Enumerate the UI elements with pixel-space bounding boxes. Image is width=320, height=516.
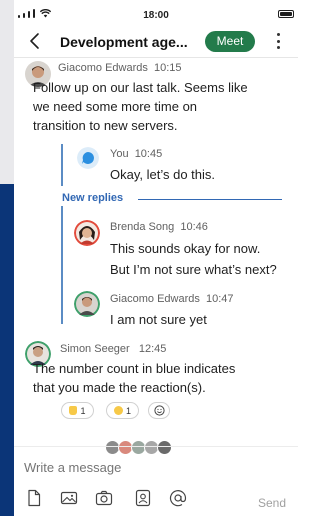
mention-button[interactable] [169,489,187,507]
smile-icon [113,406,123,415]
more-options-icon[interactable] [275,33,281,49]
status-time: 18:00 [143,10,169,21]
background-band-bottom [0,184,14,516]
message-time: 12:45 [138,343,167,355]
reply-header: You 10:45 [110,148,162,160]
chat-title[interactable]: Development age... [60,34,188,50]
add-reaction-button[interactable] [148,402,170,419]
attach-file-button[interactable] [25,489,43,507]
message-time: 10:47 [206,293,234,305]
file-icon [28,489,41,507]
message-text: Follow up on our last talk. Seems like w… [33,78,248,135]
new-replies-divider [138,199,282,200]
chat-sheet: 18:00 Development age... Meet Giacomo Ed… [14,0,298,516]
thumbs-up-icon [69,406,78,415]
message-time: 10:15 [154,62,182,74]
image-button[interactable] [60,489,78,507]
brenda-avatar-image [74,220,100,246]
avatar[interactable] [74,291,100,317]
thread-line [61,144,63,186]
author-name: Simon Seeger [60,343,130,355]
message-line: But I’m not sure what’s next? [110,262,277,277]
avatar[interactable] [77,147,99,169]
author-name: Brenda Song [110,221,175,233]
message-line: transition to new servers. [33,118,178,133]
message-text: The number count in blue indicates that … [33,359,235,397]
chat-header: Development age... Meet [14,26,298,58]
reaction-smile[interactable]: 1 [106,402,139,419]
status-bar: 18:00 [14,0,298,26]
at-mention-icon [169,490,187,507]
add-emoji-icon [153,405,165,416]
reply-header: Brenda Song 10:46 [110,221,208,233]
message-line: that you made the reaction(s). [33,380,206,395]
contact-button[interactable] [134,489,152,507]
author-name: You [110,148,129,160]
you-avatar-image [77,147,99,169]
new-replies-label: New replies [62,192,124,204]
reply-header: Giacomo Edwards 10:47 [110,293,234,305]
message-header: Giacomo Edwards 10:15 [58,62,182,74]
image-icon [60,491,78,505]
giacomo-avatar-image [74,291,100,317]
battery-icon [278,10,294,18]
reaction-count: 1 [80,405,86,416]
avatar[interactable] [74,220,100,246]
meet-button[interactable]: Meet [205,31,255,52]
message-line: The number count in blue indicates [33,361,236,376]
message-line: Follow up on our last talk. Seems like [33,80,248,95]
message-composer: Send [14,446,298,516]
reply-text: Okay, let’s do this. [110,167,216,182]
message-line: we need some more time on [33,99,198,114]
chevron-left-icon [30,33,39,49]
reply-text: I am not sure yet [110,312,207,327]
camera-button[interactable] [95,489,113,507]
message-time: 10:46 [180,221,208,233]
back-button[interactable] [26,31,44,51]
message-header: Simon Seeger 12:45 [60,343,166,355]
camera-icon [95,490,113,506]
message-time: 10:45 [134,148,163,160]
reaction-count: 1 [125,405,131,416]
thread-line [61,206,63,324]
contact-card-icon [135,489,151,507]
reply-text: This sounds okay for now. But I’m not su… [110,238,277,280]
message-line: This sounds okay for now. [110,241,261,256]
background-band-top [0,0,14,184]
message-input[interactable] [24,460,224,475]
reaction-thumbs-up[interactable]: 1 [61,402,94,419]
send-button[interactable]: Send [258,496,286,510]
author-name: Giacomo Edwards [110,293,200,305]
author-name: Giacomo Edwards [58,62,148,74]
